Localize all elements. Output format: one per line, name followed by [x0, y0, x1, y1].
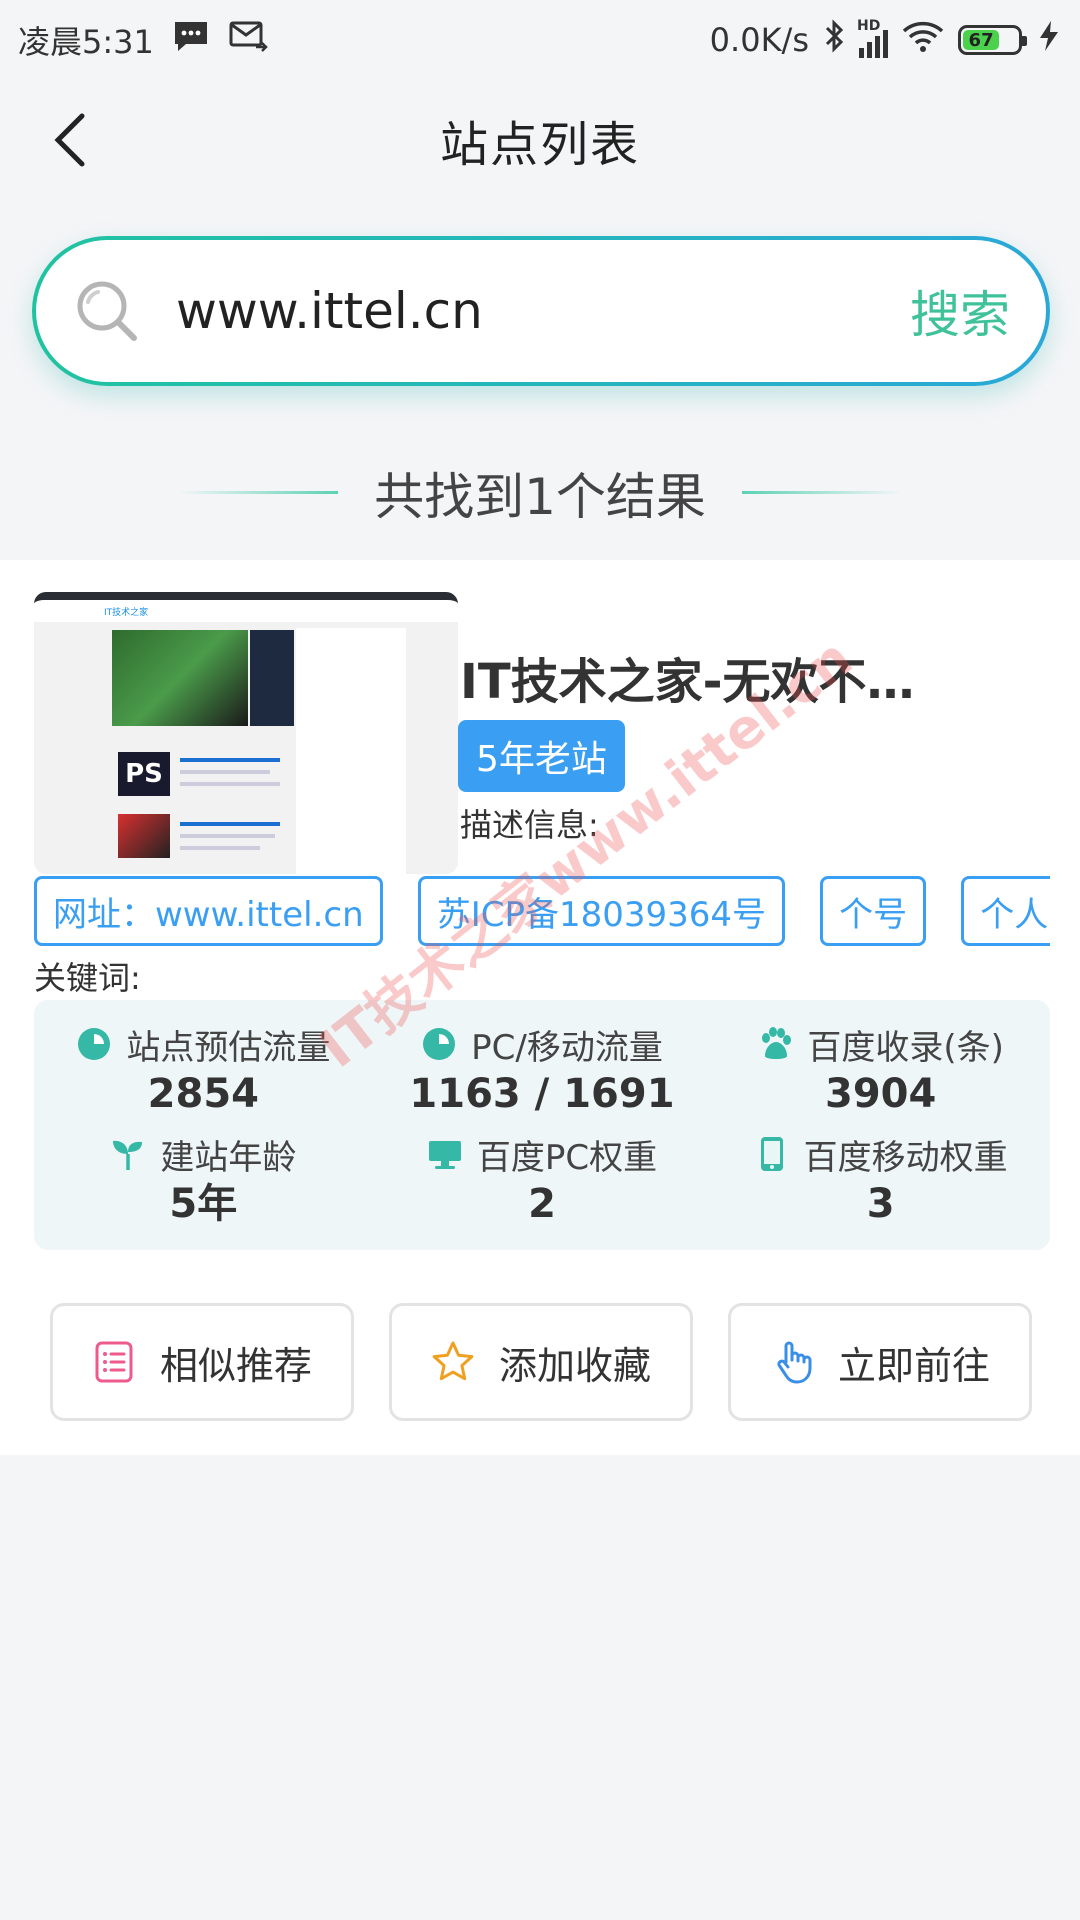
stat-site-age: 建站年龄 5年 [34, 1130, 373, 1230]
baidu-paw-icon [762, 1027, 792, 1059]
search-icon [77, 281, 137, 341]
stat-label: 百度PC权重 [476, 1137, 658, 1178]
stat-value: 3 [866, 1181, 895, 1227]
search-input[interactable] [176, 282, 910, 340]
stat-baidu-pc-weight: 百度PC权重 2 [373, 1130, 712, 1230]
stat-pc-mobile-traffic: PC/移动流量 1163 / 1691 [373, 1020, 712, 1120]
site-title[interactable]: IT技术之家-无欢不… [460, 642, 1040, 712]
divider-left [178, 491, 339, 494]
pie-chart-icon [78, 1028, 111, 1060]
similar-recommend-button[interactable]: 相似推荐 [50, 1303, 354, 1421]
page-title: 站点列表 [439, 117, 640, 173]
stat-baidu-indexed: 百度收录(条) 3904 [711, 1020, 1050, 1120]
nav-bar: 站点列表 [0, 80, 1080, 200]
network-speed: 0.0K/s [709, 21, 809, 59]
visit-now-button[interactable]: 立即前往 [728, 1303, 1032, 1421]
monitor-icon [428, 1141, 461, 1169]
battery-level: 67 [963, 30, 1000, 51]
site-thumbnail[interactable]: IT技术之家 PS [34, 592, 458, 874]
tag-url[interactable]: 网址：www.ittel.cn [34, 876, 383, 946]
action-label: 相似推荐 [159, 1343, 312, 1388]
back-button[interactable] [40, 110, 100, 170]
divider-right [741, 491, 902, 494]
tag-icp[interactable]: 苏ICP备18039364号 [417, 876, 786, 946]
stat-value: 3904 [824, 1071, 937, 1117]
charging-icon [1036, 19, 1062, 61]
tag-owner[interactable]: 个人 [961, 876, 1050, 946]
bluetooth-icon [823, 18, 845, 62]
wifi-icon [902, 19, 944, 61]
stat-value: 2854 [147, 1071, 259, 1117]
search-bar: 搜索 [32, 236, 1050, 386]
hand-pointer-icon [777, 1341, 812, 1384]
chevron-left-icon [54, 113, 85, 167]
message-icon [172, 19, 210, 61]
stat-value: 5年 [169, 1181, 238, 1227]
stat-label: 建站年龄 [160, 1137, 297, 1178]
description-label: 描述信息: [460, 806, 599, 844]
thumbnail-site-logo: IT技术之家 [34, 600, 458, 622]
thumbnail-ps-logo: PS [118, 752, 170, 796]
stat-label: PC/移动流量 [471, 1027, 663, 1068]
search-button[interactable]: 搜索 [910, 275, 1010, 347]
signal-icon: HD [857, 18, 888, 58]
mobile-phone-icon [760, 1137, 783, 1171]
status-time: 凌晨5:31 [18, 23, 154, 61]
stat-value: 1163 / 1691 [409, 1071, 675, 1117]
site-tags: 网址：www.ittel.cn 苏ICP备18039364号 个号 个人 [34, 876, 1050, 950]
site-stats-panel: 站点预估流量 2854 PC/移动流量 1163 / 1691 百度收录(条) … [34, 1000, 1050, 1250]
stat-estimated-traffic: 站点预估流量 2854 [34, 1020, 373, 1120]
result-card[interactable]: IT技术之家 PS IT技术之家-无欢不… 5年老站 描述信息: 网址：www.… [0, 560, 1080, 1455]
tag-type[interactable]: 个号 [820, 876, 927, 946]
mail-icon [228, 19, 268, 61]
stat-label: 百度移动权重 [803, 1137, 1008, 1178]
keywords-label: 关键词: [34, 959, 141, 997]
list-icon [95, 1341, 133, 1383]
signal-hd-label: HD [857, 18, 881, 34]
stat-baidu-mobile-weight: 百度移动权重 3 [711, 1130, 1050, 1230]
stat-label: 站点预估流量 [126, 1027, 331, 1068]
pie-chart-icon [423, 1028, 456, 1060]
site-age-badge: 5年老站 [458, 720, 625, 792]
battery-icon: 67 [958, 25, 1027, 55]
stat-value: 2 [528, 1181, 556, 1227]
action-label: 立即前往 [837, 1343, 990, 1388]
action-buttons: 相似推荐 添加收藏 立即前往 [50, 1303, 1032, 1421]
action-label: 添加收藏 [498, 1343, 651, 1388]
star-icon [432, 1341, 474, 1381]
sprout-icon [113, 1140, 143, 1170]
status-bar: 凌晨5:31 0.0K/s HD 67 [0, 0, 1080, 80]
result-count-row: 共找到1个结果 [0, 455, 1080, 530]
stat-label: 百度收录(条) [807, 1027, 1004, 1068]
add-favorite-button[interactable]: 添加收藏 [389, 1303, 693, 1421]
result-count: 共找到1个结果 [374, 467, 706, 526]
